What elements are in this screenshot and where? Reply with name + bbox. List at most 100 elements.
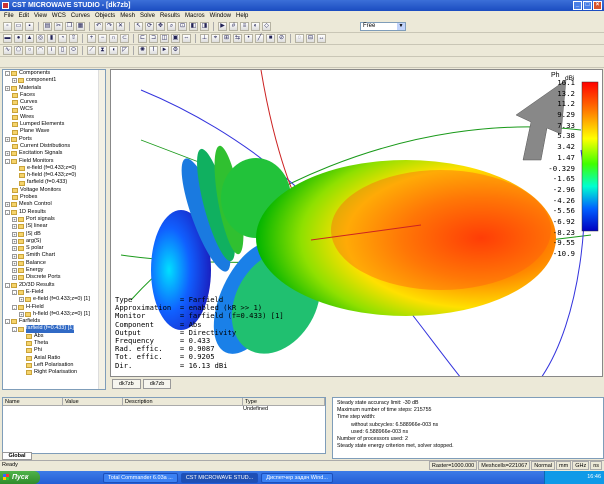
expand-icon[interactable]: + — [12, 275, 17, 281]
expand-icon[interactable]: + — [19, 297, 24, 303]
tree-item[interactable]: Current Distributions — [3, 143, 105, 150]
align-wcs-icon[interactable]: ⊞ — [222, 34, 231, 43]
tree-item[interactable]: + e-field (f=0.433;z=0) [1] — [3, 296, 105, 303]
taskbar-task[interactable]: Total Commander 6.03a ... — [103, 472, 178, 483]
menu-wcs[interactable]: WCS — [52, 13, 66, 19]
menu-window[interactable]: Window — [210, 13, 231, 19]
port-icon[interactable]: ⊏ — [138, 34, 147, 43]
ellipse-icon[interactable]: ⬭ — [69, 46, 78, 55]
tree-item[interactable]: - Farfields — [3, 318, 105, 325]
parameters-icon[interactable]: ≡ — [240, 22, 249, 31]
collapse-icon[interactable]: - — [5, 209, 10, 215]
tree-item[interactable]: + |S| linear — [3, 223, 105, 230]
column-type[interactable]: Type — [243, 398, 325, 405]
save-icon[interactable]: ▪ — [25, 22, 34, 31]
tree-item[interactable]: - H-Field — [3, 304, 105, 311]
view-front-icon[interactable]: ◧ — [189, 22, 198, 31]
mesh-icon[interactable]: # — [229, 22, 238, 31]
tree-item[interactable]: Phi — [3, 347, 105, 354]
tree-item[interactable]: Faces — [3, 92, 105, 99]
transparency-icon[interactable]: ◌ — [295, 34, 304, 43]
expand-icon[interactable]: + — [5, 136, 10, 142]
pan-icon[interactable]: ✥ — [156, 22, 165, 31]
chamfer-icon[interactable]: ◸ — [120, 46, 129, 55]
expand-icon[interactable]: + — [12, 224, 17, 230]
sphere-icon[interactable]: ● — [14, 34, 23, 43]
tree-item[interactable]: - farfield (f=0.433) [1] — [3, 325, 105, 333]
tree-item[interactable]: + Excitation Signals — [3, 150, 105, 157]
rotate-icon[interactable]: ⟳ — [145, 22, 154, 31]
minimize-button[interactable]: _ — [573, 1, 582, 10]
delete-icon[interactable]: ✕ — [116, 22, 125, 31]
tree-item[interactable]: Axial Ratio — [3, 355, 105, 362]
cut-plane-icon[interactable]: ⊟ — [306, 34, 315, 43]
expand-icon[interactable]: + — [12, 238, 17, 244]
shading-icon[interactable]: ◐ — [251, 22, 260, 31]
animate-icon[interactable]: ► — [160, 46, 169, 55]
menu-objects[interactable]: Objects — [95, 13, 115, 19]
collapse-icon[interactable]: - — [12, 326, 17, 332]
select-icon[interactable]: ↖ — [134, 22, 143, 31]
tree-item[interactable]: + Materials — [3, 85, 105, 92]
transform-icon[interactable]: ⇆ — [233, 34, 242, 43]
loft-icon[interactable]: ⧗ — [98, 46, 107, 55]
tree-item[interactable]: + Discrete Ports — [3, 274, 105, 281]
expand-icon[interactable]: + — [12, 268, 17, 274]
tree-item[interactable]: + Mesh Control — [3, 201, 105, 208]
tree-item[interactable]: + S polar — [3, 245, 105, 252]
monitor-icon[interactable]: ◫ — [160, 34, 169, 43]
start-button[interactable]: Пуск — [0, 471, 40, 484]
tree-item[interactable]: + Smith Chart — [3, 252, 105, 259]
zoom-icon[interactable]: ⌕ — [167, 22, 176, 31]
cut-icon[interactable]: ✂ — [54, 22, 63, 31]
menu-solve[interactable]: Solve — [140, 13, 155, 19]
paste-icon[interactable]: ▦ — [76, 22, 85, 31]
menu-curves[interactable]: Curves — [71, 13, 90, 19]
chevron-down-icon[interactable]: ▼ — [397, 23, 405, 30]
expand-icon[interactable]: + — [19, 311, 24, 317]
expand-icon[interactable]: + — [12, 260, 17, 266]
measure-icon[interactable]: ↔ — [317, 34, 326, 43]
maximize-button[interactable]: □ — [583, 1, 592, 10]
boolean-intersect-icon[interactable]: ∩ — [109, 34, 118, 43]
column-value[interactable]: Value — [63, 398, 123, 405]
collapse-icon[interactable]: - — [5, 282, 10, 288]
collapse-icon[interactable]: - — [12, 290, 17, 296]
expand-icon[interactable]: + — [12, 78, 17, 84]
copy-icon[interactable]: ❐ — [65, 22, 74, 31]
tree-item[interactable]: Lumped Elements — [3, 121, 105, 128]
collapse-icon[interactable]: - — [5, 158, 10, 164]
arc-icon[interactable]: ◠ — [36, 46, 45, 55]
tree-item[interactable]: - 1D Results — [3, 209, 105, 216]
trace-icon[interactable]: ⟋ — [87, 46, 96, 55]
tree-item[interactable]: - Field Monitors — [3, 158, 105, 165]
plot-properties-icon[interactable]: ⚙ — [171, 46, 180, 55]
tree-item[interactable]: Wires — [3, 114, 105, 121]
tab-global[interactable]: Global — [2, 452, 32, 460]
curve-icon[interactable]: ∿ — [3, 46, 12, 55]
polygon-icon[interactable]: ⬠ — [14, 46, 23, 55]
tree-item[interactable]: Abs — [3, 333, 105, 340]
tree-item[interactable]: + h-field (f=0.433;z=0) [1] — [3, 311, 105, 318]
collapse-icon[interactable]: - — [5, 319, 10, 325]
brick-icon[interactable]: ▬ — [3, 34, 12, 43]
expand-icon[interactable]: + — [5, 202, 10, 208]
open-icon[interactable]: ▭ — [14, 22, 23, 31]
redo-icon[interactable]: ↷ — [105, 22, 114, 31]
clear-picks-icon[interactable]: ⊘ — [277, 34, 286, 43]
tree-item[interactable]: Curves — [3, 99, 105, 106]
circle-icon[interactable]: ○ — [25, 46, 34, 55]
tree-item[interactable]: farfield (f=0.433) — [3, 179, 105, 186]
menu-file[interactable]: File — [4, 13, 14, 19]
collapse-icon[interactable]: - — [5, 71, 10, 77]
tree-item[interactable]: Right Polarisation — [3, 369, 105, 376]
tree-item[interactable]: + Balance — [3, 260, 105, 267]
wcs-icon[interactable]: ⌖ — [211, 34, 220, 43]
view-top-icon[interactable]: ◨ — [200, 22, 209, 31]
tree-item[interactable]: + |S| dB — [3, 231, 105, 238]
extrude-icon[interactable]: ⇧ — [69, 34, 78, 43]
tree-item[interactable]: + component1 — [3, 77, 105, 84]
cone-icon[interactable]: ▲ — [25, 34, 34, 43]
tree-item[interactable]: Left Polarisation — [3, 362, 105, 369]
undo-icon[interactable]: ↶ — [94, 22, 103, 31]
